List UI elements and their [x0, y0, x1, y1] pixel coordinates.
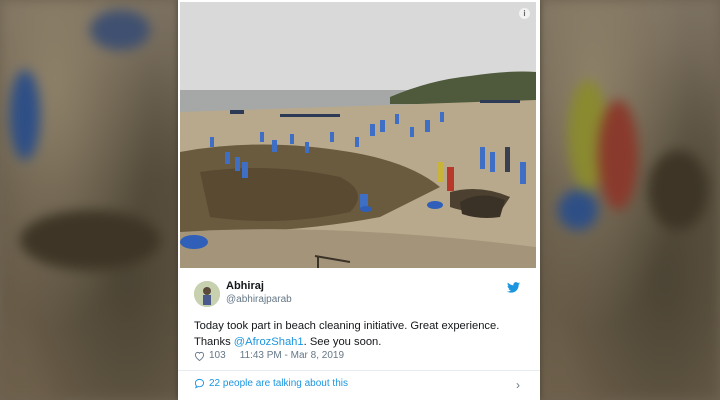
timestamp[interactable]: 11:43 PM - Mar 8, 2019: [240, 350, 344, 361]
blurred-background-right: [538, 0, 720, 400]
blurred-background-left: [0, 0, 182, 400]
mention-link[interactable]: @AfrozShah1: [234, 336, 304, 348]
divider: [178, 370, 540, 371]
tweet-text-part: . See you soon.: [303, 336, 382, 348]
author-handle[interactable]: @abhirajparab: [226, 294, 292, 305]
talking-link[interactable]: 22 people are talking about this: [194, 378, 348, 389]
beach-cleanup-photo[interactable]: i: [180, 2, 536, 268]
chevron-right-icon[interactable]: ›: [516, 378, 520, 392]
avatar[interactable]: [194, 281, 220, 307]
author-name[interactable]: Abhiraj: [226, 280, 264, 292]
twitter-bird-icon[interactable]: [507, 282, 520, 293]
tweet-text: Today took part in beach cleaning initia…: [194, 318, 524, 350]
tweet-meta: 103 11:43 PM - Mar 8, 2019: [194, 350, 344, 361]
heart-icon[interactable]: [194, 351, 205, 361]
tweet-card: i Abhiraj @abhirajparab Today took part …: [178, 0, 540, 400]
info-icon[interactable]: i: [519, 8, 530, 19]
speech-bubble-icon: [194, 378, 205, 389]
talking-label[interactable]: 22 people are talking about this: [209, 378, 348, 389]
like-count[interactable]: 103: [209, 350, 226, 361]
